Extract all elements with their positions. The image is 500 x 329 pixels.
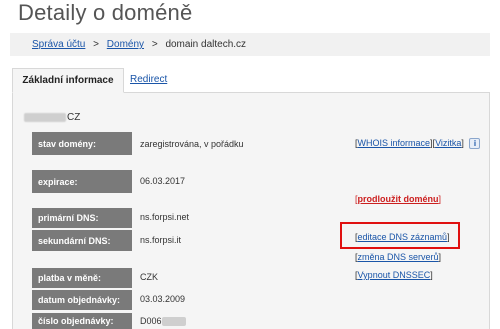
whois-link[interactable]: WHOIS informace bbox=[358, 138, 431, 148]
breadcrumb-current: domain daltech.cz bbox=[165, 39, 247, 50]
redacted-order-number bbox=[161, 317, 186, 327]
renew-domain-link[interactable]: prodloužit doménu bbox=[358, 194, 439, 204]
currency-label: platba v měně: bbox=[32, 268, 132, 288]
redacted-domain bbox=[24, 112, 66, 122]
dnssec-action: [Vypnout DNSSEC] bbox=[355, 270, 433, 280]
highlight-box bbox=[340, 222, 460, 249]
status-label: stav domény: bbox=[32, 132, 132, 155]
change-dns-action: [změna DNS serverů] bbox=[355, 252, 442, 262]
primary-dns-value: ns.forpsi.net bbox=[140, 212, 190, 222]
breadcrumb-separator: > bbox=[151, 39, 158, 50]
breadcrumb-account[interactable]: Správa účtu bbox=[32, 39, 85, 50]
tab-basic-info[interactable]: Základní informace bbox=[12, 68, 124, 93]
tab-bar: Základní informace Redirect bbox=[12, 68, 490, 93]
breadcrumb: Správa účtu > Domény > domain daltech.cz bbox=[10, 33, 490, 56]
disable-dnssec-link[interactable]: Vypnout DNSSEC bbox=[358, 270, 431, 280]
breadcrumb-domains[interactable]: Domény bbox=[107, 39, 144, 50]
change-dns-servers-link[interactable]: změna DNS serverů bbox=[358, 252, 439, 262]
currency-value: CZK bbox=[140, 272, 158, 282]
domain-name: CZ bbox=[24, 112, 80, 123]
order-number-label: číslo objednávky: bbox=[32, 313, 132, 329]
primary-dns-label: primární DNS: bbox=[32, 208, 132, 228]
status-value: zaregistrována, v pořádku bbox=[140, 139, 244, 149]
order-date-value: 03.03.2009 bbox=[140, 294, 186, 304]
renew-action: [prodloužit doménu] bbox=[355, 194, 442, 204]
tab-redirect[interactable]: Redirect bbox=[130, 68, 167, 93]
vizitka-link[interactable]: Vizitka bbox=[435, 138, 461, 148]
info-icon[interactable]: i bbox=[469, 138, 481, 150]
page-title: Detaily o doméně bbox=[18, 0, 193, 25]
secondary-dns-label: sekundární DNS: bbox=[32, 230, 132, 251]
secondary-dns-value: ns.forpsi.it bbox=[140, 235, 182, 245]
expiration-label: expirace: bbox=[32, 170, 132, 193]
expiration-value: 06.03.2017 bbox=[140, 176, 186, 186]
breadcrumb-separator: > bbox=[93, 39, 99, 50]
whois-actions: [WHOIS informace][Vizitka] i bbox=[355, 138, 481, 150]
domain-suffix: CZ bbox=[67, 112, 81, 123]
order-number-value: D006 bbox=[140, 316, 186, 327]
order-date-label: datum objednávky: bbox=[32, 290, 132, 310]
